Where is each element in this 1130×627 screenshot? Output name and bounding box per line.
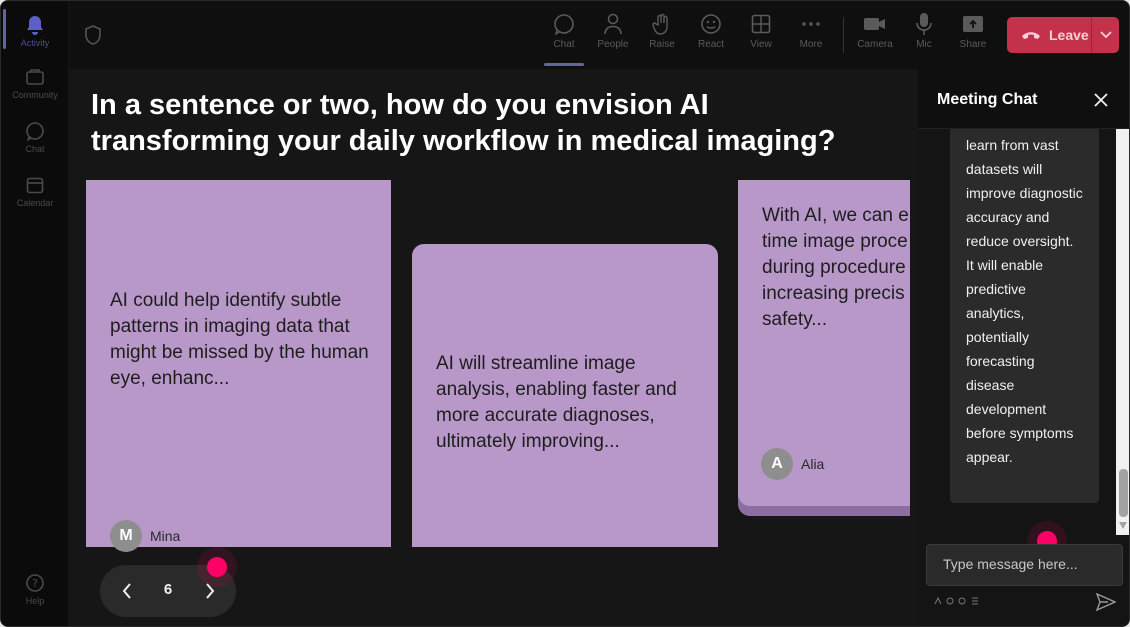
camera-icon [863, 11, 887, 37]
calendar-icon [25, 175, 45, 195]
author-name: Alia [801, 456, 825, 472]
close-icon[interactable] [1090, 89, 1112, 111]
raise-hand-button[interactable]: Raise [637, 11, 687, 50]
view-button-label: View [750, 39, 772, 50]
people-button-label: People [597, 39, 629, 50]
app-rail: Activity Community Chat Calendar ? Help [1, 1, 69, 626]
more-button[interactable]: More [786, 11, 836, 50]
smiley-icon [700, 11, 722, 37]
rail-item-activity[interactable]: Activity [1, 9, 69, 59]
meeting-toolbar: Chat People Raise React View More Camera… [69, 1, 1129, 69]
help-icon: ? [25, 573, 45, 593]
hang-up-icon [1021, 27, 1041, 43]
chat-scrollbar[interactable] [1116, 129, 1129, 535]
people-button[interactable]: People [588, 11, 638, 50]
rail-item-community[interactable]: Community [1, 61, 69, 111]
grid-icon [751, 11, 771, 37]
chat-message: learn from vast datasets will improve di… [950, 129, 1099, 503]
rail-item-label: Activity [20, 38, 50, 48]
share-screen-icon [962, 11, 984, 37]
react-button-label: React [697, 39, 725, 50]
response-card[interactable]: AI could help identify subtle patterns i… [86, 180, 391, 552]
view-button[interactable]: View [736, 11, 786, 50]
teams-window: Activity Community Chat Calendar ? Help [0, 0, 1130, 627]
camera-button-label: Camera [857, 39, 893, 50]
chat-icon [25, 121, 45, 141]
rail-item-label: Calendar [16, 198, 54, 208]
share-button[interactable]: Share [948, 11, 998, 50]
leave-button[interactable]: Leave [1007, 17, 1119, 53]
more-icon [801, 11, 821, 37]
svg-text:?: ? [32, 577, 38, 590]
chat-icon [553, 11, 575, 37]
chat-message-input[interactable]: Type message here... [926, 544, 1123, 586]
avatar: A [761, 448, 793, 480]
chat-messages[interactable]: learn from vast datasets will improve di… [918, 129, 1129, 535]
community-icon [25, 67, 45, 87]
shield-icon [85, 25, 101, 50]
chat-button-label: Chat [553, 39, 575, 50]
rail-item-label: Community [12, 90, 58, 100]
react-button[interactable]: React [686, 11, 736, 50]
toolbar-divider [843, 17, 844, 53]
scroll-down-arrow[interactable] [1119, 522, 1127, 529]
leave-button-label: Leave [1049, 27, 1089, 43]
bell-icon [25, 15, 45, 35]
chevron-left-icon[interactable] [114, 578, 140, 604]
mic-button-label: Mic [916, 39, 932, 50]
response-author: A Alia [761, 448, 824, 480]
mic-button[interactable]: Mic [899, 11, 949, 50]
author-name: Mina [150, 528, 181, 544]
pointer-dot [207, 557, 227, 577]
hand-icon [652, 11, 672, 37]
microphone-icon [916, 11, 932, 37]
scrollbar-thumb[interactable] [1119, 469, 1128, 517]
chat-header: Meeting Chat [918, 69, 1129, 129]
question-title: In a sentence or two, how do you envisio… [91, 89, 836, 157]
chevron-down-icon[interactable] [1091, 17, 1119, 53]
meeting-chat-panel: Meeting Chat learn from vast datasets wi… [918, 69, 1129, 626]
more-button-label: More [799, 39, 823, 50]
avatar: M [110, 520, 142, 552]
rail-item-help[interactable]: ? Help [1, 567, 69, 617]
response-text: With AI, we can e time image proce durin… [762, 203, 910, 333]
format-icons[interactable] [934, 596, 984, 605]
chat-title: Meeting Chat [937, 91, 1038, 108]
page-number: 6 [163, 581, 173, 598]
presentation-stage: In a sentence or two, how do you envisio… [69, 69, 918, 626]
share-button-label: Share [959, 39, 987, 50]
people-icon [603, 11, 623, 37]
raise-button-label: Raise [649, 39, 675, 50]
rail-item-chat[interactable]: Chat [1, 115, 69, 165]
chevron-right-icon[interactable] [197, 578, 223, 604]
rail-item-calendar[interactable]: Calendar [1, 169, 69, 219]
active-tab-indicator [544, 63, 584, 66]
format-toolbar [934, 596, 984, 607]
response-author: M Mina [110, 520, 180, 552]
rail-item-label: Chat [25, 144, 45, 154]
response-text-content: With AI, we can e time image proce durin… [762, 205, 909, 330]
rail-item-label: Help [25, 596, 45, 606]
chat-button[interactable]: Chat [539, 11, 589, 50]
response-text: AI could help identify subtle patterns i… [110, 290, 369, 389]
send-icon[interactable] [1095, 592, 1117, 616]
response-text: AI will streamline image analysis, enabl… [436, 353, 677, 452]
response-card[interactable]: With AI, we can e time image proce durin… [738, 180, 910, 506]
camera-button[interactable]: Camera [850, 11, 900, 50]
response-card[interactable]: AI will streamline image analysis, enabl… [412, 244, 718, 547]
